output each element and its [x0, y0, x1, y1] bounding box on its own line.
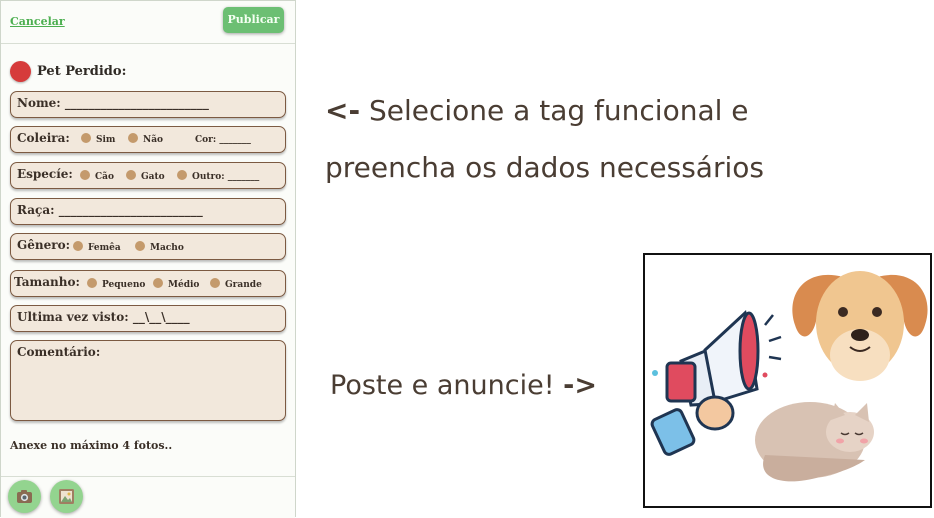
- coleira-option-sim[interactable]: Sim: [81, 133, 115, 145]
- tamanho-label: Tamanho:: [14, 275, 80, 289]
- radio-dot: [87, 278, 97, 288]
- raca-label: Raça: ________________________: [17, 203, 203, 217]
- ultima-vez-visto-field[interactable]: Ultima vez visto: __\__\____: [10, 305, 286, 332]
- gallery-button[interactable]: [50, 480, 83, 513]
- especie-option-outro[interactable]: Outro: _______: [177, 170, 259, 182]
- instruction-line-2: preencha os dados necessários: [325, 151, 764, 184]
- genero-field: Gênero: Femêa Macho: [10, 233, 286, 260]
- raca-field[interactable]: Raça: ________________________: [10, 198, 286, 225]
- genero-option-femea[interactable]: Femêa: [73, 241, 121, 253]
- radio-dot: [73, 241, 83, 251]
- coleira-field: Coleira: Sim Não Cor: _______: [10, 126, 286, 153]
- radio-dot: [210, 278, 220, 288]
- radio-dot: [177, 170, 187, 180]
- attach-note: Anexe no máximo 4 fotos..: [10, 439, 173, 452]
- lost-pet-tag-dot[interactable]: [10, 61, 31, 82]
- genero-option-macho[interactable]: Macho: [135, 241, 184, 253]
- tamanho-option-grande[interactable]: Grande: [210, 278, 262, 290]
- especie-field: Especíe: Cão Gato Outro: _______: [10, 162, 286, 189]
- instruction-text-1: Selecione a tag funcional e: [369, 94, 749, 127]
- poste-text: Poste e anuncie!: [330, 370, 555, 401]
- poste-line: Poste e anuncie! ->: [330, 370, 597, 401]
- tamanho-option-medio[interactable]: Médio: [153, 278, 199, 290]
- announcement-illustration: [650, 271, 928, 482]
- phone-form-screen: Cancelar Publicar Pet Perdido: Nome: ___…: [0, 0, 296, 518]
- tamanho-option-pequeno[interactable]: Pequeno: [87, 278, 145, 290]
- especie-option-cao[interactable]: Cão: [80, 170, 114, 182]
- especie-label: Especíe:: [17, 167, 73, 181]
- gallery-icon: [59, 489, 74, 504]
- cancel-link[interactable]: Cancelar: [10, 15, 65, 28]
- radio-dot: [135, 241, 145, 251]
- ultima-vez-visto-label: Ultima vez visto: __\__\____: [17, 310, 190, 324]
- nome-field[interactable]: Nome: ________________________: [10, 91, 286, 118]
- right-arrow: ->: [563, 370, 597, 401]
- bottom-bar: [1, 476, 295, 518]
- comentario-label: Comentário:: [17, 345, 101, 359]
- illustration-panel: [643, 253, 932, 508]
- especie-option-gato[interactable]: Gato: [126, 170, 165, 182]
- coleira-option-nao[interactable]: Não: [128, 133, 163, 145]
- genero-label: Gênero:: [17, 238, 70, 252]
- camera-button[interactable]: [8, 480, 41, 513]
- radio-dot: [128, 133, 138, 143]
- tamanho-field: Tamanho: Pequeno Médio Grande: [10, 270, 286, 297]
- radio-dot: [126, 170, 136, 180]
- coleira-label: Coleira:: [17, 131, 70, 145]
- dog-icon: [792, 271, 928, 381]
- radio-dot: [81, 133, 91, 143]
- lost-pet-tag-label: Pet Perdido:: [37, 64, 127, 79]
- comentario-field[interactable]: Comentário:: [10, 340, 286, 421]
- top-bar: Cancelar Publicar: [1, 1, 295, 44]
- radio-dot: [80, 170, 90, 180]
- left-arrow: <-: [325, 94, 361, 127]
- camera-icon: [17, 490, 32, 503]
- radio-dot: [153, 278, 163, 288]
- cat-icon: [755, 402, 874, 482]
- nome-label: Nome: ________________________: [17, 96, 209, 110]
- instruction-line-1: <- Selecione a tag funcional e: [325, 94, 749, 127]
- coleira-cor-input[interactable]: Cor: _______: [195, 135, 251, 145]
- publish-button[interactable]: Publicar: [223, 7, 284, 33]
